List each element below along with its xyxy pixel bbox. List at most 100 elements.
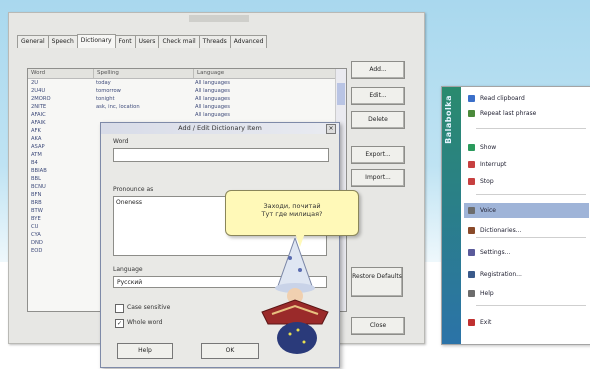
table-row[interactable]: AFAIC All languages [28,111,346,119]
whole-word-checkbox[interactable]: ✓ [115,319,124,328]
export-button[interactable]: Export... [351,146,405,164]
balloon-line-2: Тут где милицая? [261,210,323,218]
language-label: Language [113,266,143,273]
table-cell: AKA [31,136,42,142]
help-button[interactable]: Help [117,343,173,359]
menu-item-label: Help [480,290,494,297]
menu-item-label: Repeat last phrase [480,110,537,117]
tab-check-mail[interactable]: Check mail [158,35,200,48]
table-cell: B4 [31,160,38,166]
menu-item-label: Interrupt [480,161,507,168]
dictionary-icon [468,227,475,234]
pronounce-label: Pronounce as [113,186,154,193]
registration-icon [468,271,475,278]
column-language[interactable]: Language [194,69,338,78]
column-word[interactable]: Word [28,69,94,78]
scroll-thumb[interactable] [337,83,345,105]
menu-item-show[interactable]: Show [464,140,589,155]
tab-advanced[interactable]: Advanced [229,35,268,48]
menu-item-registration[interactable]: Registration... [464,267,589,282]
tab-general[interactable]: General [17,35,49,48]
table-cell: ATM [31,152,42,158]
table-cell: BFN [31,192,42,198]
table-cell: BBIAB [31,168,47,174]
restore-defaults-button[interactable]: Restore Defaults [351,267,403,297]
table-cell: BTW [31,208,43,214]
whole-word-label: Whole word [127,319,163,326]
menu-item-stop[interactable]: Stop [464,174,589,189]
table-row[interactable]: 2U today All languages [28,79,346,87]
menu-item-label: Show [480,144,497,151]
table-cell: 2U4U [31,88,46,94]
repeat-icon [468,110,475,117]
menu-item-dictionary[interactable]: Dictionaries... [464,223,589,238]
menu-item-help[interactable]: Help [464,286,589,301]
edit-button[interactable]: Edit... [351,87,405,105]
table-cell: BCNU [31,184,46,190]
table-row[interactable]: 2NITE ask, inc, location All languages [28,103,346,111]
wizard-agent-icon [261,238,329,354]
tab-threads[interactable]: Threads [198,35,231,48]
balloon-line-1: Заходи, почитай [263,202,321,210]
add-button[interactable]: Add... [351,61,405,79]
interrupt-icon [468,161,475,168]
tab-users[interactable]: Users [134,35,160,48]
table-cell: ask, inc, location [96,104,140,110]
table-cell: CU [31,224,39,230]
table-row[interactable]: 2U4U tomorrow All languages [28,87,346,95]
case-sensitive-label: Case sensitive [127,304,171,311]
word-input[interactable] [113,148,329,162]
menu-side-banner: Balabolka [442,87,461,344]
tray-context-menu: Balabolka Read clipboard Repeat last phra… [441,86,590,345]
show-icon [468,144,475,151]
table-cell: All languages [195,96,230,102]
column-spelling[interactable]: Spelling [94,69,194,78]
tab-font[interactable]: Font [114,35,136,48]
menu-item-label: Voice [480,207,496,214]
settings-icon [468,249,475,256]
case-sensitive-checkbox[interactable] [115,304,124,313]
table-cell: AFAIK [31,120,46,126]
table-cell: 2MORO [31,96,51,102]
table-cell: BYE [31,216,41,222]
menu-item-label: Exit [480,319,492,326]
edit-item-title: Add / Edit Dictionary Item [101,123,339,134]
table-cell: tomorrow [96,88,121,94]
table-cell: AFAIC [31,112,46,118]
menu-item-label: Registration... [480,271,522,278]
menu-separator [476,194,586,195]
table-cell: EOD [31,248,43,254]
menu-item-clipboard[interactable]: Read clipboard [464,91,589,106]
close-icon[interactable]: × [326,124,336,134]
menu-item-voice[interactable]: Voice [464,203,589,218]
word-label: Word [113,138,129,145]
menu-item-label: Stop [480,178,494,185]
table-cell: BBL [31,176,42,182]
menu-item-exit[interactable]: Exit [464,315,589,330]
menu-item-interrupt[interactable]: Interrupt [464,157,589,172]
table-row[interactable]: 2MORO tonight All languages [28,95,346,103]
voice-icon [468,207,475,214]
menu-item-repeat[interactable]: Repeat last phrase [464,106,589,121]
table-cell: 2U [31,80,39,86]
table-cell: DND [31,240,43,246]
tab-dictionary[interactable]: Dictionary [76,34,116,48]
ok-button[interactable]: OK [201,343,259,359]
stop-icon [468,178,475,185]
clipboard-icon [468,95,475,102]
table-cell [93,111,192,119]
table-cell: All languages [195,112,230,118]
menu-separator [476,305,586,306]
menu-item-label: Dictionaries... [480,227,522,234]
menu-item-settings[interactable]: Settings... [464,245,589,260]
table-cell: tonight [96,96,115,102]
table-cell: ASAP [31,144,45,150]
delete-button[interactable]: Delete [351,111,405,129]
table-cell: today [96,80,111,86]
import-button[interactable]: Import... [351,169,405,187]
tab-speech[interactable]: Speech [47,35,78,48]
close-button[interactable]: Close [351,317,405,335]
menu-separator [476,128,586,129]
table-cell: All languages [195,88,230,94]
help-icon [468,290,475,297]
